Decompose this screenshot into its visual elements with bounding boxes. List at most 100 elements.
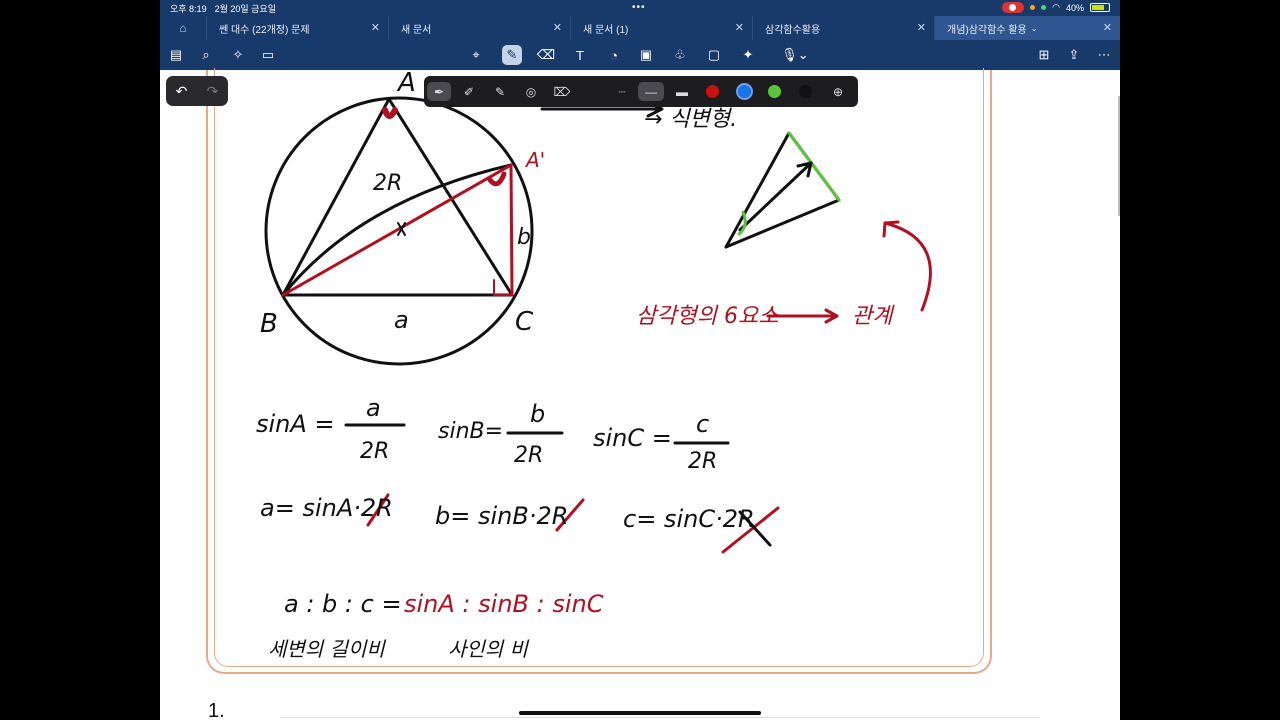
ipad-screen: 오후 8:19 2월 20일 금요일 ••• ◠ 40% ⌂ 쎈 대수 (22개… xyxy=(160,0,1120,720)
tab-document[interactable]: 삼각함수활용 ✕ xyxy=(752,16,934,40)
shape-eraser-icon[interactable]: ⌦ xyxy=(550,82,574,101)
b-equation: b= sinB·2R xyxy=(435,502,568,530)
ratio-left: a : b : c = xyxy=(284,590,402,618)
battery-icon xyxy=(1090,3,1110,12)
vertex-label-b: B xyxy=(260,309,278,339)
vertex-label-c: C xyxy=(515,307,534,337)
status-time: 오후 8:19 xyxy=(170,3,207,14)
sin-c-text: sinC = xyxy=(593,424,672,452)
mic-indicator-icon xyxy=(1030,5,1036,10)
diameter-label: 2R xyxy=(373,171,402,196)
more-icon[interactable]: ⋯ xyxy=(1094,45,1114,65)
wifi-icon: ◠ xyxy=(1052,2,1060,12)
fraction-denominator-a: 2R xyxy=(360,439,389,464)
multitasking-dots-icon[interactable]: ••• xyxy=(632,2,646,13)
tab-label: 쎈 대수 (22개정) 문제 xyxy=(219,24,310,36)
highlighter-icon[interactable]: ✐ xyxy=(457,82,481,101)
chevron-down-icon[interactable]: ⌄ xyxy=(1031,24,1038,33)
sin-a-text: sinA = xyxy=(256,410,335,438)
tab-document[interactable]: 새 문서 ✕ xyxy=(388,16,570,40)
undo-redo-bar: ↶ ↷ xyxy=(166,76,228,106)
relation-text: 관계 xyxy=(852,304,895,329)
scrollbar[interactable] xyxy=(1118,96,1120,216)
image-icon[interactable]: ▣ xyxy=(636,45,656,65)
next-problem-number: 1. xyxy=(208,700,225,720)
lasso-ring-icon[interactable]: ◎ xyxy=(519,82,543,101)
close-tab-icon[interactable]: ✕ xyxy=(917,21,926,34)
triangle-six-elements-text: 삼각형의 6요소 xyxy=(636,304,779,329)
status-date: 2월 20일 금요일 xyxy=(214,3,276,14)
ratio-right: sinA : sinB : sinC xyxy=(404,590,604,618)
main-toolbar: ▤ ⌕ ✧ ▭ ⌖ ✎ ⌫ T ◔ ▣ ♧ ▢ ✦ 🎙︎⌄ ⊞ ⇪ ⋯ xyxy=(160,40,1120,70)
eraser-icon[interactable]: ⌫ xyxy=(536,45,556,65)
fraction-numerator-a: a xyxy=(366,394,381,422)
undo-icon[interactable]: ↶ xyxy=(176,83,188,100)
tab-label: 개념)삼각함수 활용 xyxy=(947,24,1027,36)
ai-sparkle-icon[interactable]: ✧ xyxy=(228,45,248,65)
close-tab-icon[interactable]: ✕ xyxy=(553,21,562,34)
fraction-denominator-b: 2R xyxy=(514,443,543,468)
close-tab-icon[interactable]: ✕ xyxy=(735,21,744,34)
sin-b-text: sinB= xyxy=(438,419,503,444)
document-tab-bar: ⌂ 쎈 대수 (22개정) 문제 ✕ 새 문서 ✕ 새 문서 (1) ✕ 삼각함… xyxy=(160,16,1120,40)
small-triangle-arrow xyxy=(738,161,813,232)
side-label-a: a xyxy=(394,306,409,334)
pen-icon[interactable]: ✎ xyxy=(502,45,522,65)
search-icon[interactable]: ⌕ xyxy=(196,45,216,65)
handwriting-canvas[interactable]: A A' B C a b 2R → 식변형. 삼각형의 6요소 관계 sinA … xyxy=(160,70,1120,720)
fraction-numerator-b: b xyxy=(530,400,545,428)
tab-label: 새 문서 xyxy=(401,24,432,36)
clipboard-icon[interactable]: ▭ xyxy=(258,45,278,65)
ratio-caption-right: 사인의 비 xyxy=(448,637,530,661)
color-swatch-black[interactable] xyxy=(799,85,812,98)
tab-label: 삼각함수활용 xyxy=(765,24,821,36)
small-triangle-side xyxy=(787,131,841,202)
shapes-icon[interactable]: ◔ xyxy=(604,45,624,65)
elements-icon[interactable]: ♧ xyxy=(670,45,690,65)
stroke-width-dotted[interactable]: ┄ xyxy=(610,82,634,101)
tab-document[interactable]: 새 문서 (1) ✕ xyxy=(570,16,752,40)
fraction-numerator-c: c xyxy=(696,410,709,438)
tab-active-document[interactable]: 개념)삼각함수 활용 ⌄ ✕ xyxy=(934,16,1120,40)
sidebar-icon[interactable]: ▤ xyxy=(166,45,186,65)
fraction-denominator-c: 2R xyxy=(688,449,717,474)
curved-arrow xyxy=(883,221,932,312)
color-swatch-red[interactable] xyxy=(706,85,719,98)
add-page-icon[interactable]: ⊞ xyxy=(1034,45,1054,65)
stroke-width-thin[interactable]: — xyxy=(638,82,664,101)
laser-icon[interactable]: ✦ xyxy=(738,45,758,65)
status-bar: 오후 8:19 2월 20일 금요일 ••• ◠ 40% xyxy=(160,0,1120,16)
redo-icon[interactable]: ↷ xyxy=(207,83,219,100)
screen-record-icon xyxy=(1002,2,1025,13)
close-tab-icon[interactable]: ✕ xyxy=(1103,21,1112,34)
share-icon[interactable]: ⇪ xyxy=(1064,45,1084,65)
home-icon[interactable]: ⌂ xyxy=(160,21,206,35)
tab-document[interactable]: 쎈 대수 (22개정) 문제 ✕ xyxy=(206,16,388,40)
lasso-icon[interactable]: ⌖ xyxy=(466,45,486,65)
home-indicator[interactable] xyxy=(519,711,761,715)
color-swatch-green[interactable] xyxy=(768,85,781,98)
textbox-icon[interactable]: T xyxy=(570,45,590,65)
fountain-pen-icon[interactable]: ✒ xyxy=(427,82,451,101)
page-divider xyxy=(280,717,1040,718)
triangle-abc xyxy=(281,97,514,297)
sticky-note-icon[interactable]: ▢ xyxy=(704,45,724,65)
angle-mark-a xyxy=(382,107,398,119)
color-swatch-blue[interactable] xyxy=(738,85,751,98)
c-equation: c= sinC·2R xyxy=(623,505,755,533)
add-color-icon[interactable]: ⊕ xyxy=(826,82,850,101)
side-a-prime-c xyxy=(509,163,514,297)
vertex-label-a-prime: A' xyxy=(524,148,545,172)
stroke-width-thick[interactable]: ▬ xyxy=(670,82,694,101)
battery-percent: 40% xyxy=(1065,2,1084,13)
pencil-icon[interactable]: ✎ xyxy=(488,82,512,101)
close-tab-icon[interactable]: ✕ xyxy=(371,21,380,34)
tab-label: 새 문서 (1) xyxy=(583,24,629,36)
pen-tray: ✒ ✐ ✎ ◎ ⌦ ┄ — ▬ ⊕ xyxy=(424,76,858,107)
ratio-caption-left: 세변의 길이비 xyxy=(268,637,386,661)
camera-indicator-icon xyxy=(1041,5,1047,10)
header-fragment: → 식변형. xyxy=(644,107,737,132)
side-label-b: b xyxy=(517,225,531,250)
vertex-label-a: A xyxy=(396,70,416,98)
microphone-icon[interactable]: 🎙︎⌄ xyxy=(778,45,812,65)
